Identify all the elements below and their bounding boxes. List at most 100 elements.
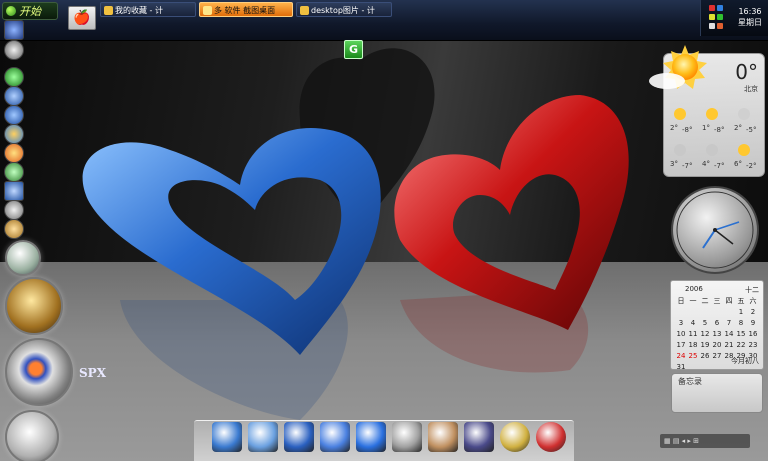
launcher-word-icon[interactable] (4, 181, 24, 201)
launcher-app-icon[interactable] (4, 20, 24, 40)
network-icon[interactable] (320, 422, 350, 452)
start-button[interactable]: 开始 (2, 2, 58, 20)
calendar-day[interactable]: 10 (675, 329, 687, 339)
taskbar-clock[interactable]: 16:36 星期日 (733, 6, 767, 28)
tray-flag-icon[interactable] (709, 5, 715, 11)
forecast-icon (674, 108, 686, 120)
calendar-day[interactable]: 16 (747, 329, 759, 339)
clock-day: 星期日 (738, 18, 762, 27)
lock-icon[interactable] (500, 422, 530, 452)
settings-gear-icon[interactable] (356, 422, 386, 452)
launcher-windows-icon[interactable] (4, 124, 24, 144)
calendar-day[interactable]: 4 (687, 318, 699, 328)
calendar-day (687, 307, 699, 317)
hat-icon[interactable] (464, 422, 494, 452)
taskbar-item-desktop-software[interactable]: 多 软件 截图桌面 (199, 2, 293, 17)
box-icon[interactable] (428, 422, 458, 452)
forecast-low: -8° (714, 126, 725, 134)
calendar-day[interactable]: 24 (675, 351, 687, 361)
dock-globe-icon[interactable] (5, 240, 41, 276)
calendar-year: 2006 (685, 285, 703, 293)
documents-icon[interactable] (248, 422, 278, 452)
calendar-day[interactable]: 31 (675, 362, 687, 372)
launcher-ie-icon[interactable] (4, 105, 24, 125)
calendar-weekday: 五 (737, 297, 745, 305)
monitor-icon[interactable] (212, 422, 242, 452)
taskbar-item-desktop-images[interactable]: desktop图片 - 计 (296, 2, 392, 17)
forecast-temp: 4° (702, 160, 710, 168)
calendar-day[interactable]: 20 (711, 340, 723, 350)
task-label: desktop图片 - 计 (311, 6, 375, 15)
calendar-weekday: 六 (749, 297, 757, 305)
calendar-day (711, 307, 723, 317)
desktop: 开始 🍎 我的收藏 - 计 多 软件 截图桌面 desktop图片 - 计 16… (0, 0, 768, 461)
calendar-day[interactable]: 1 (735, 307, 747, 317)
calendar-day (675, 307, 687, 317)
calendar-day[interactable]: 7 (723, 318, 735, 328)
calendar-day[interactable]: 22 (735, 340, 747, 350)
calendar-day[interactable]: 17 (675, 340, 687, 350)
calendar-day[interactable]: 11 (687, 329, 699, 339)
forecast-temp: 3° (670, 160, 678, 168)
internet-explorer-icon[interactable] (284, 422, 314, 452)
forecast-temp: 2° (734, 124, 742, 132)
notes-gadget[interactable]: 备忘录 (671, 373, 763, 413)
calendar-day[interactable]: 3 (675, 318, 687, 328)
calendar-day[interactable]: 9 (747, 318, 759, 328)
tray-alert-icon[interactable] (717, 23, 723, 29)
apple-icon[interactable]: 🍎 (68, 6, 96, 30)
dock-tools-icon[interactable] (5, 410, 59, 461)
weather-city: 北京 (744, 85, 758, 93)
forecast-icon (738, 108, 750, 120)
calendar-day[interactable]: 2 (747, 307, 759, 317)
calendar-day[interactable]: 26 (699, 351, 711, 361)
calendar-gadget[interactable]: 2006 十二 日一二三四五六 1 2 3 4 5 6 7 8 9 10 11 12 13 14 15 16 17… (670, 280, 764, 372)
launcher-media-icon[interactable] (4, 162, 24, 182)
tray-security-icon[interactable] (717, 14, 723, 20)
launcher-globe-icon[interactable] (4, 86, 24, 106)
launcher-green-icon[interactable] (4, 67, 24, 87)
launcher-messenger-icon[interactable] (4, 143, 24, 163)
dock-camera-icon[interactable] (5, 338, 73, 406)
calendar-weekday: 一 (689, 297, 697, 305)
forecast-icon (738, 144, 750, 156)
calendar-day[interactable]: 5 (699, 318, 711, 328)
calendar-day[interactable]: 18 (687, 340, 699, 350)
calendar-day[interactable]: 12 (699, 329, 711, 339)
calendar-day[interactable]: 13 (711, 329, 723, 339)
calendar-day[interactable]: 21 (723, 340, 735, 350)
recycle-bin-icon[interactable] (392, 422, 422, 452)
calendar-day[interactable]: 25 (687, 351, 699, 361)
launcher-settings-icon[interactable] (4, 40, 24, 60)
launcher-tools-icon[interactable] (4, 219, 24, 239)
calendar-day[interactable]: 8 (735, 318, 747, 328)
calendar-day[interactable]: 23 (747, 340, 759, 350)
gadget-toggle-button[interactable]: G (344, 40, 363, 59)
task-label: 我的收藏 - 计 (115, 6, 163, 15)
folder-icon (300, 6, 309, 15)
taskbar-item-favorites[interactable]: 我的收藏 - 计 (100, 2, 196, 17)
analog-clock-gadget[interactable] (671, 186, 759, 274)
tray-volume-icon[interactable] (709, 14, 715, 20)
forecast-low: -8° (682, 126, 693, 134)
tray-app-icon[interactable] (709, 23, 715, 29)
apple-icon[interactable] (536, 422, 566, 452)
calendar-day[interactable]: 27 (711, 351, 723, 361)
dock-phone-icon[interactable] (5, 277, 63, 335)
forecast-low: -7° (714, 162, 725, 170)
gadget-toolbar[interactable]: ▦ ▤ ◂ ▸ ⊞ (660, 434, 750, 448)
taskbar: 开始 🍎 我的收藏 - 计 多 软件 截图桌面 desktop图片 - 计 16… (0, 0, 768, 41)
calendar-day[interactable]: 15 (735, 329, 747, 339)
toolbar-icons: ▦ ▤ ◂ ▸ ⊞ (664, 437, 700, 445)
spx-label: SPX (79, 366, 106, 380)
launcher-drive-icon[interactable] (4, 200, 24, 220)
calendar-day[interactable]: 6 (711, 318, 723, 328)
start-label: 开始 (19, 5, 41, 18)
forecast-icon (674, 144, 686, 156)
notes-title: 备忘录 (678, 377, 702, 386)
calendar-day[interactable]: 19 (699, 340, 711, 350)
tray-network-icon[interactable] (717, 5, 723, 11)
calendar-day[interactable]: 14 (723, 329, 735, 339)
calendar-day (699, 307, 711, 317)
system-tray: 16:36 星期日 (700, 0, 768, 36)
